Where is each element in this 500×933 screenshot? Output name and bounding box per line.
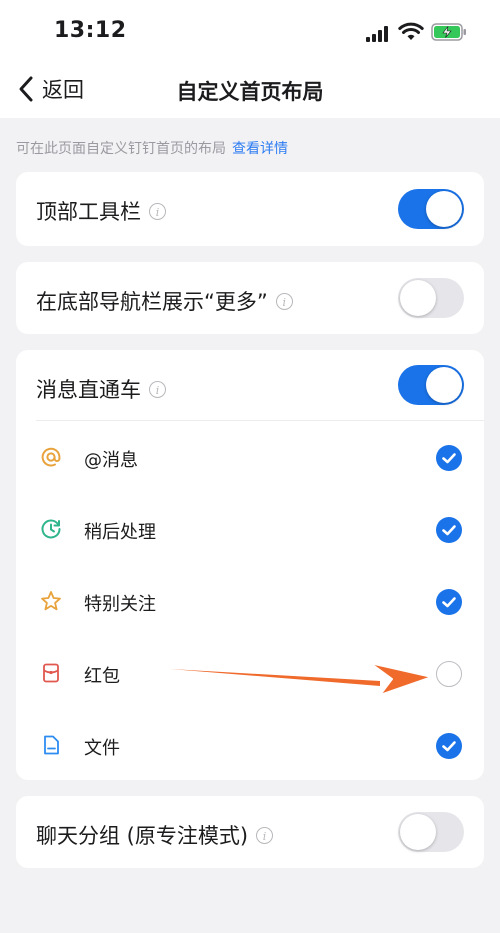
- toolbar-row-label: 顶部工具栏 i: [36, 196, 166, 226]
- top-area: 13:12 返回 自定义首页布局: [0, 0, 500, 118]
- more-row-label: 在底部导航栏展示“更多” i: [36, 286, 293, 316]
- more-toggle[interactable]: [398, 278, 464, 318]
- list-item-at[interactable]: @消息: [16, 422, 484, 494]
- divider: [36, 420, 484, 421]
- item-label: 稍后处理: [84, 522, 156, 543]
- wifi-icon: [398, 22, 424, 40]
- item-label: 特别关注: [84, 594, 156, 615]
- direct-label: 消息直通车: [36, 378, 141, 402]
- cellular-signal-icon: [366, 26, 388, 42]
- checkmark-icon: [442, 741, 456, 752]
- checkmark-icon: [442, 453, 456, 464]
- checkbox-checked[interactable]: [436, 517, 462, 543]
- toggle-knob: [426, 367, 462, 403]
- status-bar: 13:12: [0, 0, 500, 62]
- checkbox-unchecked[interactable]: [436, 661, 462, 687]
- list-item-star[interactable]: 特别关注: [16, 566, 484, 638]
- toggle-knob: [426, 191, 462, 227]
- star-icon: [41, 591, 61, 611]
- list-item-file[interactable]: 文件: [16, 710, 484, 782]
- checkmark-icon: [442, 597, 456, 608]
- info-icon[interactable]: i: [275, 292, 293, 310]
- at-icon: [41, 447, 61, 467]
- chat-group-row-label: 聊天分组 (原专注模式) i: [36, 820, 274, 850]
- hint-text: 可在此页面自定义钉钉首页的布局 查看详情: [16, 138, 288, 158]
- status-time: 13:12: [54, 18, 127, 43]
- toolbar-label: 顶部工具栏: [36, 200, 141, 224]
- more-label: 在底部导航栏展示“更多”: [36, 290, 268, 314]
- file-icon: [44, 735, 59, 755]
- checkbox-checked[interactable]: [436, 445, 462, 471]
- checkmark-icon: [442, 525, 456, 536]
- clock-icon: [41, 519, 61, 539]
- hint-description: 可在此页面自定义钉钉首页的布局: [16, 141, 226, 157]
- chat-group-label: 聊天分组 (原专注模式): [36, 824, 249, 848]
- red-packet-icon: [43, 663, 59, 683]
- item-label: 文件: [84, 738, 120, 759]
- toolbar-toggle[interactable]: [398, 189, 464, 229]
- toggle-knob: [400, 814, 436, 850]
- item-label: @消息: [84, 450, 138, 471]
- page-title: 自定义首页布局: [176, 80, 324, 104]
- direct-toggle[interactable]: [398, 365, 464, 405]
- chat-group-card: 聊天分组 (原专注模式) i: [16, 796, 484, 868]
- info-icon[interactable]: i: [149, 380, 166, 398]
- chat-group-toggle[interactable]: [398, 812, 464, 852]
- details-link[interactable]: 查看详情: [232, 141, 288, 157]
- direct-row-label: 消息直通车 i: [36, 374, 166, 404]
- toggle-knob: [400, 280, 436, 316]
- toolbar-card: 顶部工具栏 i: [16, 172, 484, 246]
- navigation-bar: 返回 自定义首页布局: [0, 62, 500, 116]
- annotation-arrow-icon: [170, 662, 432, 695]
- more-card: 在底部导航栏展示“更多” i: [16, 262, 484, 334]
- direct-card: 消息直通车 i @消息 稍后处理 特别关注 红包 文件: [16, 350, 484, 780]
- item-label: 红包: [84, 666, 120, 687]
- checkbox-checked[interactable]: [436, 589, 462, 615]
- list-item-later[interactable]: 稍后处理: [16, 494, 484, 566]
- battery-charging-icon: [431, 23, 466, 41]
- info-icon[interactable]: i: [149, 202, 166, 220]
- checkbox-checked[interactable]: [436, 733, 462, 759]
- info-icon[interactable]: i: [256, 826, 274, 844]
